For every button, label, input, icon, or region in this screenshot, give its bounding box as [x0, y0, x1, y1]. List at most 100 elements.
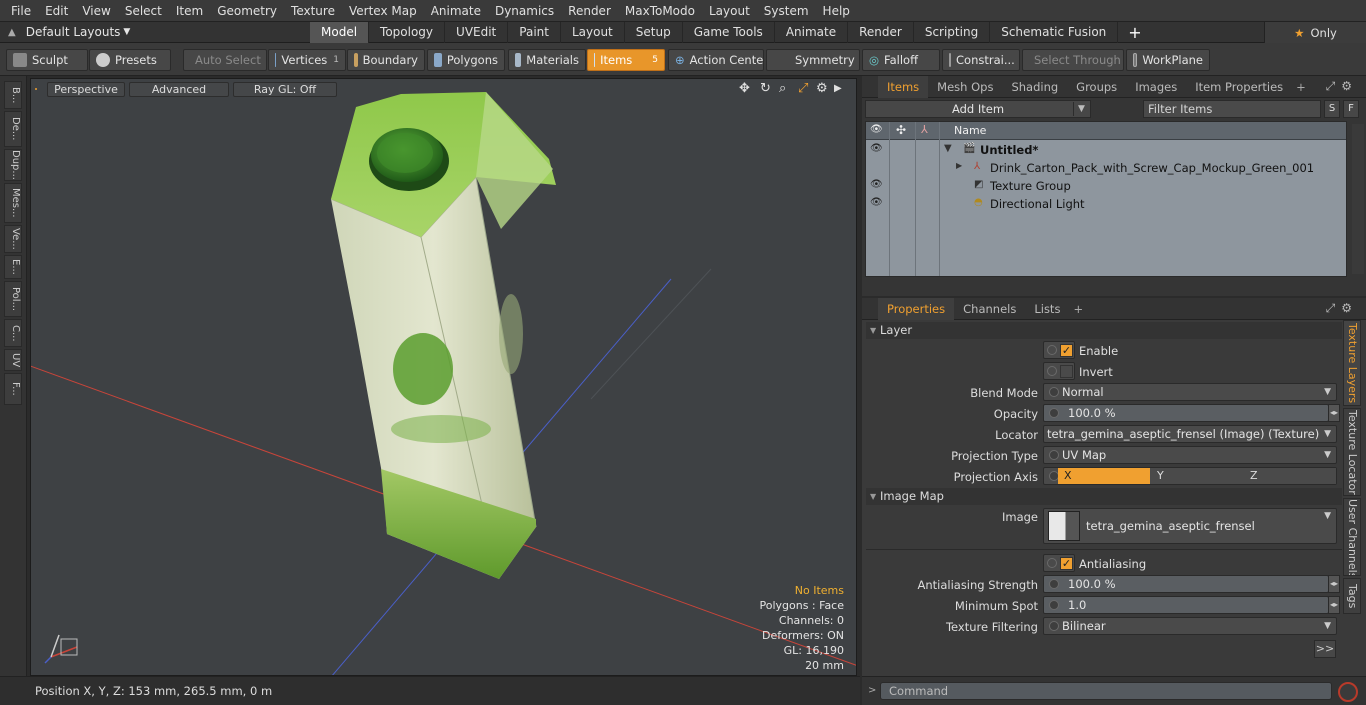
more-options-button[interactable]: >>	[1314, 640, 1336, 658]
menu-vertex-map[interactable]: Vertex Map	[342, 0, 424, 22]
3d-viewport[interactable]: Perspective Advanced Ray GL: Off ✥ ↻ ⌕ ⤢…	[30, 78, 857, 676]
panel-options-icon[interactable]: ⤢⚙	[1326, 79, 1358, 94]
presets-button[interactable]: Presets	[89, 49, 171, 71]
constraints-button[interactable]: Constrai...	[942, 49, 1020, 71]
auto-select-button[interactable]: Auto Select	[183, 49, 267, 71]
vtab-curve[interactable]: C...	[4, 319, 22, 347]
move-view-icon[interactable]: ✥	[739, 81, 750, 96]
visibility-column-icon[interactable]: 👁	[870, 124, 883, 135]
menu-help[interactable]: Help	[816, 0, 857, 22]
vtab-basic[interactable]: B...	[4, 81, 22, 109]
tree-row-mesh[interactable]: ▶ ⅄ Drink_Carton_Pack_with_Screw_Cap_Moc…	[866, 159, 1346, 177]
only-toggle[interactable]: ★ Only	[1264, 22, 1366, 43]
eye-icon[interactable]: 👁	[870, 143, 883, 154]
tab-properties[interactable]: Properties	[878, 297, 955, 320]
layer-section[interactable]: ▼ Layer	[866, 322, 1342, 339]
vtab-duplicate[interactable]: Dup...	[4, 149, 22, 181]
aa-strength-slider[interactable]: 100.0 % ◂▸	[1043, 575, 1340, 593]
vtab-edge[interactable]: E...	[4, 255, 22, 279]
tab-shading[interactable]: Shading	[1002, 76, 1067, 98]
vtab-tags[interactable]: Tags	[1343, 578, 1361, 614]
tab-items[interactable]: Items	[878, 75, 929, 98]
tree-row-directional-light[interactable]: 👁 ◓ Directional Light	[866, 195, 1346, 213]
axis-x-button[interactable]: X	[1058, 468, 1150, 484]
vertices-button[interactable]: Vertices 1	[268, 49, 346, 71]
add-panel-tab-icon[interactable]: +	[1292, 76, 1310, 98]
menu-edit[interactable]: Edit	[38, 0, 75, 22]
rotate-view-icon[interactable]: ↻	[760, 81, 771, 96]
viewport-more-icon[interactable]: ▶	[834, 83, 842, 94]
name-column-header[interactable]: Name	[954, 124, 986, 137]
tab-topology[interactable]: Topology	[369, 21, 446, 43]
tab-model[interactable]: Model	[310, 21, 370, 43]
tab-render[interactable]: Render	[848, 21, 914, 43]
type-column-icon[interactable]: ⅄	[921, 123, 928, 136]
add-item-button[interactable]: Add Item	[865, 100, 1091, 118]
vtab-vertex[interactable]: Ve...	[4, 225, 22, 253]
add-tab-icon[interactable]: +	[1118, 22, 1151, 43]
axis-y-button[interactable]: Y	[1151, 468, 1243, 484]
menu-animate[interactable]: Animate	[424, 0, 488, 22]
expand-arrow-icon[interactable]: ▼	[944, 143, 952, 154]
add-panel-tab-icon[interactable]: +	[1069, 298, 1087, 320]
viewport-settings-icon[interactable]: ⚙	[816, 81, 828, 96]
tab-game-tools[interactable]: Game Tools	[683, 21, 775, 43]
add-item-dropdown-icon[interactable]: ▼	[1073, 102, 1089, 116]
vtab-fusion[interactable]: F...	[4, 373, 22, 405]
image-map-section[interactable]: ▼ Image Map	[866, 488, 1342, 505]
menu-maxtomodo[interactable]: MaxToModo	[618, 0, 702, 22]
vtab-uv[interactable]: UV	[4, 349, 22, 371]
vtab-texture-layers[interactable]: Texture Layers	[1343, 320, 1361, 406]
tab-layout[interactable]: Layout	[561, 21, 625, 43]
workplane-button[interactable]: WorkPlane	[1126, 49, 1210, 71]
tab-uvedit[interactable]: UVEdit	[445, 21, 509, 43]
eye-icon[interactable]: 👁	[870, 179, 883, 190]
texture-filtering-select[interactable]: Bilinear ▼	[1043, 617, 1337, 635]
vtab-polygon[interactable]: Pol...	[4, 281, 22, 317]
tab-schematic-fusion[interactable]: Schematic Fusion	[990, 21, 1119, 43]
axis-z-button[interactable]: Z	[1244, 468, 1336, 484]
menu-layout[interactable]: Layout	[702, 0, 757, 22]
opacity-slider[interactable]: 100.0 % ◂▸	[1043, 404, 1340, 422]
vtab-deform[interactable]: De...	[4, 111, 22, 147]
tab-animate[interactable]: Animate	[775, 21, 849, 43]
menu-render[interactable]: Render	[561, 0, 618, 22]
lock-column-icon[interactable]: ✣	[896, 123, 906, 137]
items-button[interactable]: Items 5	[587, 49, 665, 71]
panel-options-icon[interactable]: ⤢⚙	[1326, 301, 1358, 316]
tab-mesh-ops[interactable]: Mesh Ops	[928, 76, 1002, 98]
menu-geometry[interactable]: Geometry	[210, 0, 284, 22]
advanced-dropdown[interactable]: Advanced	[129, 82, 229, 97]
menu-system[interactable]: System	[757, 0, 816, 22]
tab-item-properties[interactable]: Item Properties	[1186, 76, 1292, 98]
invert-checkbox[interactable]	[1043, 362, 1075, 380]
menu-file[interactable]: File	[4, 0, 38, 22]
raygl-dropdown[interactable]: Ray GL: Off	[233, 82, 337, 97]
symmetry-button[interactable]: Symmetry	[766, 49, 860, 71]
tab-lists[interactable]: Lists	[1025, 298, 1069, 320]
slider-arrows-icon[interactable]: ◂▸	[1328, 404, 1340, 422]
tab-channels[interactable]: Channels	[954, 298, 1025, 320]
layout-dropdown[interactable]: ▲ Default Layouts ▼	[0, 25, 310, 39]
expand-arrow-icon[interactable]: ▶	[956, 161, 962, 170]
tree-row-scene[interactable]: 👁 ▼ 🎬 Untitled*	[866, 141, 1346, 159]
sculpt-button[interactable]: Sculpt	[6, 49, 88, 71]
menu-dynamics[interactable]: Dynamics	[488, 0, 561, 22]
vtab-texture-locator[interactable]: Texture Locator	[1343, 408, 1361, 496]
tab-scripting[interactable]: Scripting	[914, 21, 991, 43]
vtab-user-channels[interactable]: User Channels	[1343, 498, 1361, 576]
perspective-dropdown[interactable]: Perspective	[47, 82, 125, 97]
search-filter-s-button[interactable]: S	[1324, 100, 1340, 118]
menu-item[interactable]: Item	[169, 0, 210, 22]
projection-type-select[interactable]: UV Map ▼	[1043, 446, 1337, 464]
slider-arrows-icon[interactable]: ◂▸	[1328, 596, 1340, 614]
tree-row-texture-group[interactable]: 👁 ◩ Texture Group	[866, 177, 1346, 195]
menu-view[interactable]: View	[75, 0, 117, 22]
tab-groups[interactable]: Groups	[1067, 76, 1126, 98]
search-filter-f-button[interactable]: F	[1343, 100, 1359, 118]
locator-select[interactable]: tetra_gemina_aseptic_frensel (Image) (Te…	[1043, 425, 1337, 443]
materials-button[interactable]: Materials	[508, 49, 586, 71]
blend-mode-select[interactable]: Normal ▼	[1043, 383, 1337, 401]
filter-items-input[interactable]: Filter Items	[1143, 100, 1321, 118]
boundary-button[interactable]: Boundary	[347, 49, 425, 71]
